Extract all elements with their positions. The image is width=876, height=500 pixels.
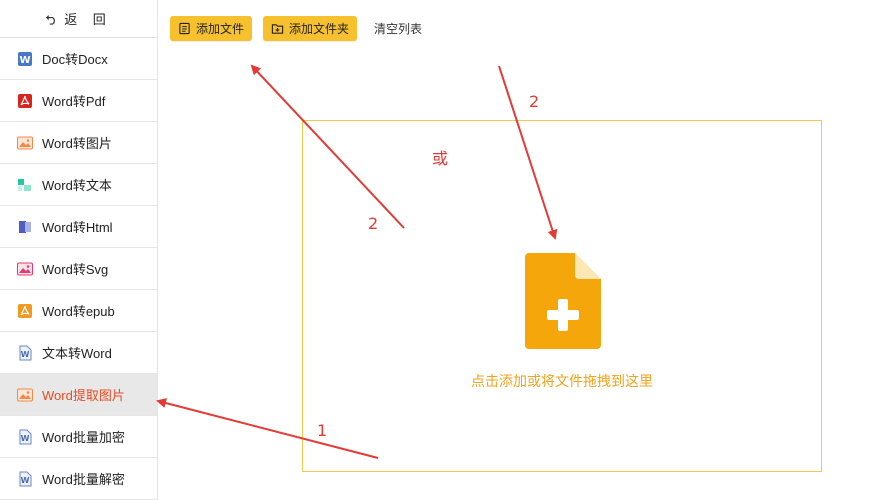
add-file-icon [525,253,601,349]
back-arrow-icon [46,15,56,25]
sidebar-item-text-to-word[interactable]: W 文本转Word [0,332,157,374]
sidebar-item-word-to-svg[interactable]: Word转Svg [0,248,157,290]
html-icon [16,218,34,236]
svg-image-icon [16,260,34,278]
sidebar-item-word-batch-encrypt[interactable]: W Word批量加密 [0,416,157,458]
annotation-step-2-top: 2 [529,92,540,111]
sidebar-item-doc-to-docx[interactable]: W Doc转Docx [0,38,157,80]
folder-plus-icon [271,24,284,34]
sidebar-item-label: Word转epub [42,304,115,319]
back-button[interactable]: 返 回 [0,0,157,38]
main-panel: 添加文件 添加文件夹 清空列表 点击添加或将文件拖拽到这里 [159,0,876,500]
back-label: 返 回 [64,12,112,27]
epub-icon [16,302,34,320]
sidebar-item-label: Word转Pdf [42,94,106,109]
annotation-or-label: 或 [432,149,449,168]
annotation-step-1: 1 [317,421,328,440]
file-list-icon [179,22,190,35]
sidebar-item-label: Word转文本 [42,178,112,193]
sidebar-item-word-to-html[interactable]: Word转Html [0,206,157,248]
sidebar-item-label: Word转Svg [42,262,109,277]
drop-zone-hint: 点击添加或将文件拖拽到这里 [471,373,653,389]
sidebar-item-label: Word批量解密 [42,472,125,487]
svg-text:W: W [21,350,30,359]
pdf-icon [16,92,34,110]
text-icon [16,176,34,194]
sidebar: 返 回 W Doc转Docx Word转Pdf Word转图片 Word转文本 [0,0,158,500]
sidebar-item-label: Doc转Docx [42,52,108,67]
sidebar-item-word-batch-decrypt[interactable]: W Word批量解密 [0,458,157,500]
add-file-label: 添加文件 [196,22,245,36]
sidebar-item-word-to-text[interactable]: Word转文本 [0,164,157,206]
word-file-icon: W [16,344,34,362]
sidebar-item-word-to-epub[interactable]: Word转epub [0,290,157,332]
sidebar-item-word-extract-images[interactable]: Word提取图片 [0,374,157,416]
add-folder-label: 添加文件夹 [289,22,350,36]
svg-text:W: W [21,434,30,443]
sidebar-item-word-to-image[interactable]: Word转图片 [0,122,157,164]
word-doc-icon: W [16,50,34,68]
image-icon [16,386,34,404]
sidebar-item-word-to-pdf[interactable]: Word转Pdf [0,80,157,122]
clear-list-button[interactable]: 清空列表 [374,20,422,37]
image-icon [16,134,34,152]
sidebar-item-label: Word转Html [42,220,113,235]
sidebar-item-label: Word提取图片 [42,388,125,403]
app-window: 返 回 W Doc转Docx Word转Pdf Word转图片 Word转文本 [0,0,876,500]
svg-text:W: W [21,476,30,485]
sidebar-item-label: 文本转Word [42,346,112,361]
word-file-icon: W [16,428,34,446]
sidebar-item-label: Word批量加密 [42,430,125,445]
file-drop-zone[interactable]: 点击添加或将文件拖拽到这里 [302,120,822,472]
word-file-icon: W [16,470,34,488]
annotation-step-2-left: 2 [368,214,379,233]
add-folder-button[interactable]: 添加文件夹 [263,16,358,41]
sidebar-item-label: Word转图片 [42,136,112,151]
toolbar: 添加文件 添加文件夹 清空列表 [170,16,422,41]
add-file-button[interactable]: 添加文件 [170,16,253,41]
svg-text:W: W [19,55,30,66]
